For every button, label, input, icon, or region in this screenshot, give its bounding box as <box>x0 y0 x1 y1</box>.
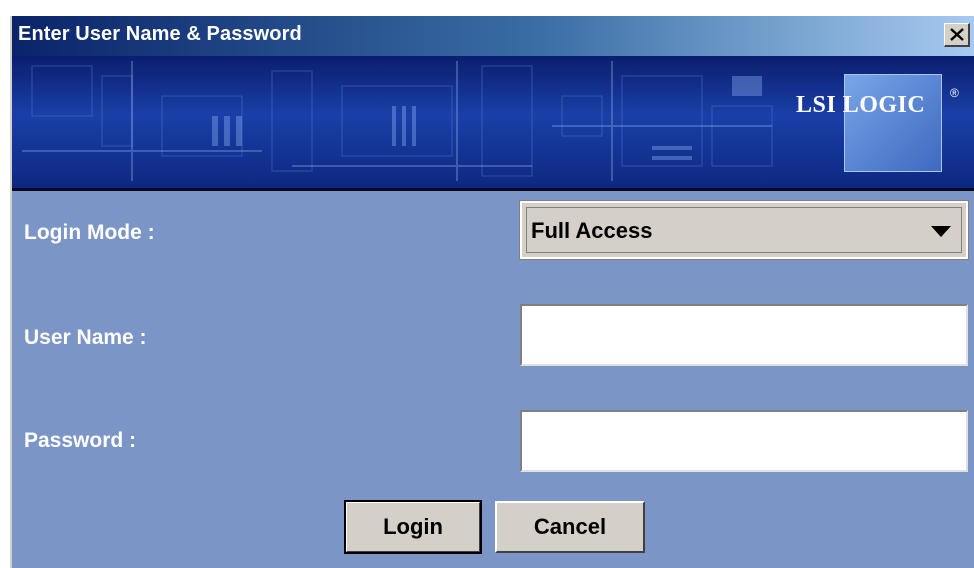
close-button[interactable] <box>944 23 970 47</box>
lsi-logic-banner: LSI LOGIC ® <box>12 56 974 191</box>
registered-mark: ® <box>950 86 959 100</box>
password-label: Password : <box>24 429 137 452</box>
logo-square <box>844 74 942 172</box>
dropdown-arrow-icon <box>931 226 951 237</box>
login-mode-label: Login Mode : <box>24 221 155 244</box>
dialog-title: Enter User Name & Password <box>18 23 302 45</box>
cancel-button[interactable]: Cancel <box>495 501 645 553</box>
user-name-input[interactable] <box>520 304 968 366</box>
user-name-label: User Name : <box>24 326 147 349</box>
password-input[interactable] <box>520 410 968 472</box>
login-dialog: Enter User Name & Password LSI LOGIC ® L… <box>10 16 974 568</box>
login-mode-select[interactable]: Full Access <box>519 200 969 260</box>
login-mode-select-face: Full Access <box>526 207 962 253</box>
login-mode-value: Full Access <box>531 218 653 243</box>
lsi-logic-logo: LSI LOGIC <box>796 92 926 118</box>
login-button[interactable]: Login <box>344 500 482 554</box>
close-icon <box>950 28 964 41</box>
title-bar[interactable]: Enter User Name & Password <box>12 16 974 56</box>
circuit-board-image <box>22 61 773 181</box>
